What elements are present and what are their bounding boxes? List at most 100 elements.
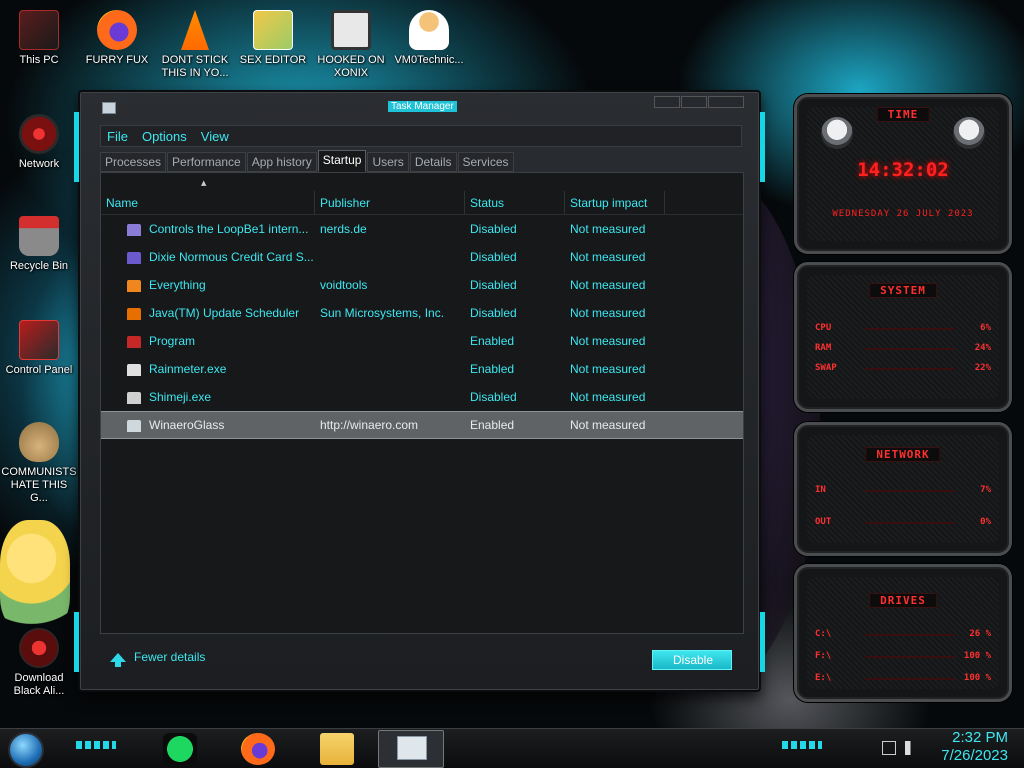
stat-graph	[865, 368, 955, 370]
task-manager-app-icon[interactable]	[102, 102, 116, 114]
table-row[interactable]: Program Enabled Not measured	[101, 327, 743, 355]
menu-view[interactable]: View	[201, 129, 229, 144]
stat-value: 0%	[980, 517, 991, 527]
cell-startup-impact: Not measured	[570, 278, 646, 292]
fewer-details-link[interactable]: Fewer details	[110, 650, 206, 667]
cell-status: Disabled	[470, 390, 517, 404]
disable-button[interactable]: Disable	[652, 650, 732, 670]
desktop-icon-control-panel[interactable]: Control Panel	[1, 320, 77, 377]
desktop-icon-vm0technic[interactable]: VM0Technic...	[391, 10, 467, 67]
alien-head-icon	[953, 117, 985, 149]
cell-publisher: http://winaero.com	[320, 418, 419, 432]
stat-graph	[865, 656, 955, 658]
drive-c-stat: C:\ 26 %	[815, 629, 991, 643]
desktop-icon-sex-editor[interactable]: SEX EDITOR	[235, 10, 311, 67]
tab-startup[interactable]: Startup	[317, 150, 367, 172]
stat-label: C:\	[815, 629, 832, 639]
taskbar-accent-lights	[76, 741, 116, 749]
title-bar[interactable]: Task Manager	[80, 92, 759, 120]
drive-f-stat: F:\ 100 %	[815, 651, 991, 665]
widget-clock: 14:32:02	[857, 159, 949, 181]
cell-status: Disabled	[470, 306, 517, 320]
window-title: Task Manager	[388, 101, 457, 112]
desktop-icon-furry-fux[interactable]: FURRY FUX	[79, 10, 155, 67]
table-row[interactable]: Everything voidtools Disabled Not measured	[101, 271, 743, 299]
cell-name: Rainmeter.exe	[101, 362, 315, 376]
taskbar-file-explorer-icon[interactable]	[320, 733, 354, 765]
cell-publisher: nerds.de	[320, 222, 367, 236]
tab-users[interactable]: Users	[367, 152, 409, 172]
drives-widget-header: DRIVES	[869, 593, 937, 608]
app-name: Java(TM) Update Scheduler	[149, 306, 300, 320]
clock-time: 2:32 PM	[952, 729, 1008, 746]
network-widget: NETWORK IN 7% OUT 0%	[794, 422, 1012, 556]
tab-details[interactable]: Details	[409, 152, 457, 172]
taskbar-firefox-icon[interactable]	[241, 733, 275, 765]
xonix-game-icon	[331, 10, 371, 50]
table-row[interactable]: Rainmeter.exe Enabled Not measured	[101, 355, 743, 383]
menu-options[interactable]: Options	[142, 129, 187, 144]
maximize-button[interactable]	[681, 96, 707, 108]
tab-app-history[interactable]: App history	[246, 152, 317, 172]
desktop-icon-label: HOOKED ON XONIX	[317, 54, 385, 79]
table-row[interactable]: WinaeroGlass http://winaero.com Enabled Not…	[101, 411, 743, 439]
money-bag-icon	[19, 422, 59, 462]
column-header-publisher[interactable]: Publisher	[315, 191, 465, 215]
table-row[interactable]: Controls the LoopBe1 intern... nerds.de Di…	[101, 215, 743, 243]
cell-name: Dixie Normous Credit Card S...	[101, 250, 315, 264]
taskbar-accent-lights	[782, 741, 822, 749]
cell-status: Enabled	[470, 334, 515, 348]
desktop-icon-download-black-alien[interactable]: Download Black Ali...	[1, 628, 77, 698]
app-name: Controls the LoopBe1 intern...	[149, 222, 309, 236]
drive-e-stat: E:\ 100 %	[815, 673, 991, 687]
stat-value: 22%	[974, 363, 991, 373]
cell-startup-impact: Not measured	[570, 334, 646, 348]
column-header-status[interactable]: Status	[465, 191, 565, 215]
credit-card-icon	[127, 252, 141, 264]
task-manager-chart-icon	[397, 736, 427, 760]
table-row[interactable]: Shimeji.exe Disabled Not measured	[101, 383, 743, 411]
magnifier-icon	[127, 280, 141, 292]
program-icon	[127, 336, 141, 348]
start-button[interactable]	[8, 732, 44, 768]
menu-file[interactable]: File	[107, 129, 128, 144]
stat-graph	[865, 522, 955, 524]
taskbar-spotify-icon[interactable]	[163, 733, 197, 765]
app-name: Program	[149, 334, 196, 348]
desktop-icon-recycle-bin[interactable]: Recycle Bin	[1, 216, 77, 273]
stat-label: RAM	[815, 343, 832, 353]
hex-editor-icon	[253, 10, 293, 50]
network-tray-icon[interactable]	[882, 741, 896, 755]
table-row[interactable]: Dixie Normous Credit Card S... Disabled No…	[101, 243, 743, 271]
desktop-icon-network[interactable]: Network	[1, 114, 77, 171]
desktop-icon-communists[interactable]: COMMUNISTS HATE THIS G...	[1, 422, 77, 505]
fewer-details-label: Fewer details	[134, 650, 206, 664]
column-header-startup-impact[interactable]: Startup impact	[565, 191, 665, 215]
cell-status: Disabled	[470, 222, 517, 236]
window-right-accent	[760, 112, 765, 182]
wallpaper-cartoon-character	[0, 520, 70, 630]
desktop-icon-dont-stick[interactable]: DONT STICK THIS IN YO...	[157, 10, 233, 80]
cpu-stat: CPU 6%	[815, 323, 991, 337]
stat-label: IN	[815, 485, 826, 495]
window-left-accent	[74, 112, 79, 182]
tab-processes[interactable]: Processes	[100, 152, 167, 172]
stat-value: 100 %	[963, 651, 991, 661]
desktop-icon-label: Download Black Ali...	[13, 672, 65, 697]
stat-graph	[865, 634, 955, 636]
tab-services[interactable]: Services	[457, 152, 514, 172]
stat-value: 7%	[980, 485, 991, 495]
cell-name: Controls the LoopBe1 intern...	[101, 222, 315, 236]
table-row[interactable]: Java(TM) Update Scheduler Sun Microsystem…	[101, 299, 743, 327]
taskbar-task-manager-button[interactable]	[378, 730, 444, 768]
cell-status: Disabled	[470, 278, 517, 292]
system-clock[interactable]: 2:32 PM 7/26/2023	[941, 729, 1008, 765]
tab-performance[interactable]: Performance	[167, 152, 246, 172]
close-button[interactable]	[708, 96, 744, 108]
desktop-icon-label: This PC	[19, 54, 59, 66]
desktop-icon-this-pc[interactable]: This PC	[1, 10, 77, 67]
desktop-icon-hooked-on-xonix[interactable]: HOOKED ON XONIX	[313, 10, 389, 80]
column-header-name[interactable]: Name	[101, 191, 315, 215]
volume-tray-icon[interactable]	[905, 741, 919, 755]
minimize-button[interactable]	[654, 96, 680, 108]
